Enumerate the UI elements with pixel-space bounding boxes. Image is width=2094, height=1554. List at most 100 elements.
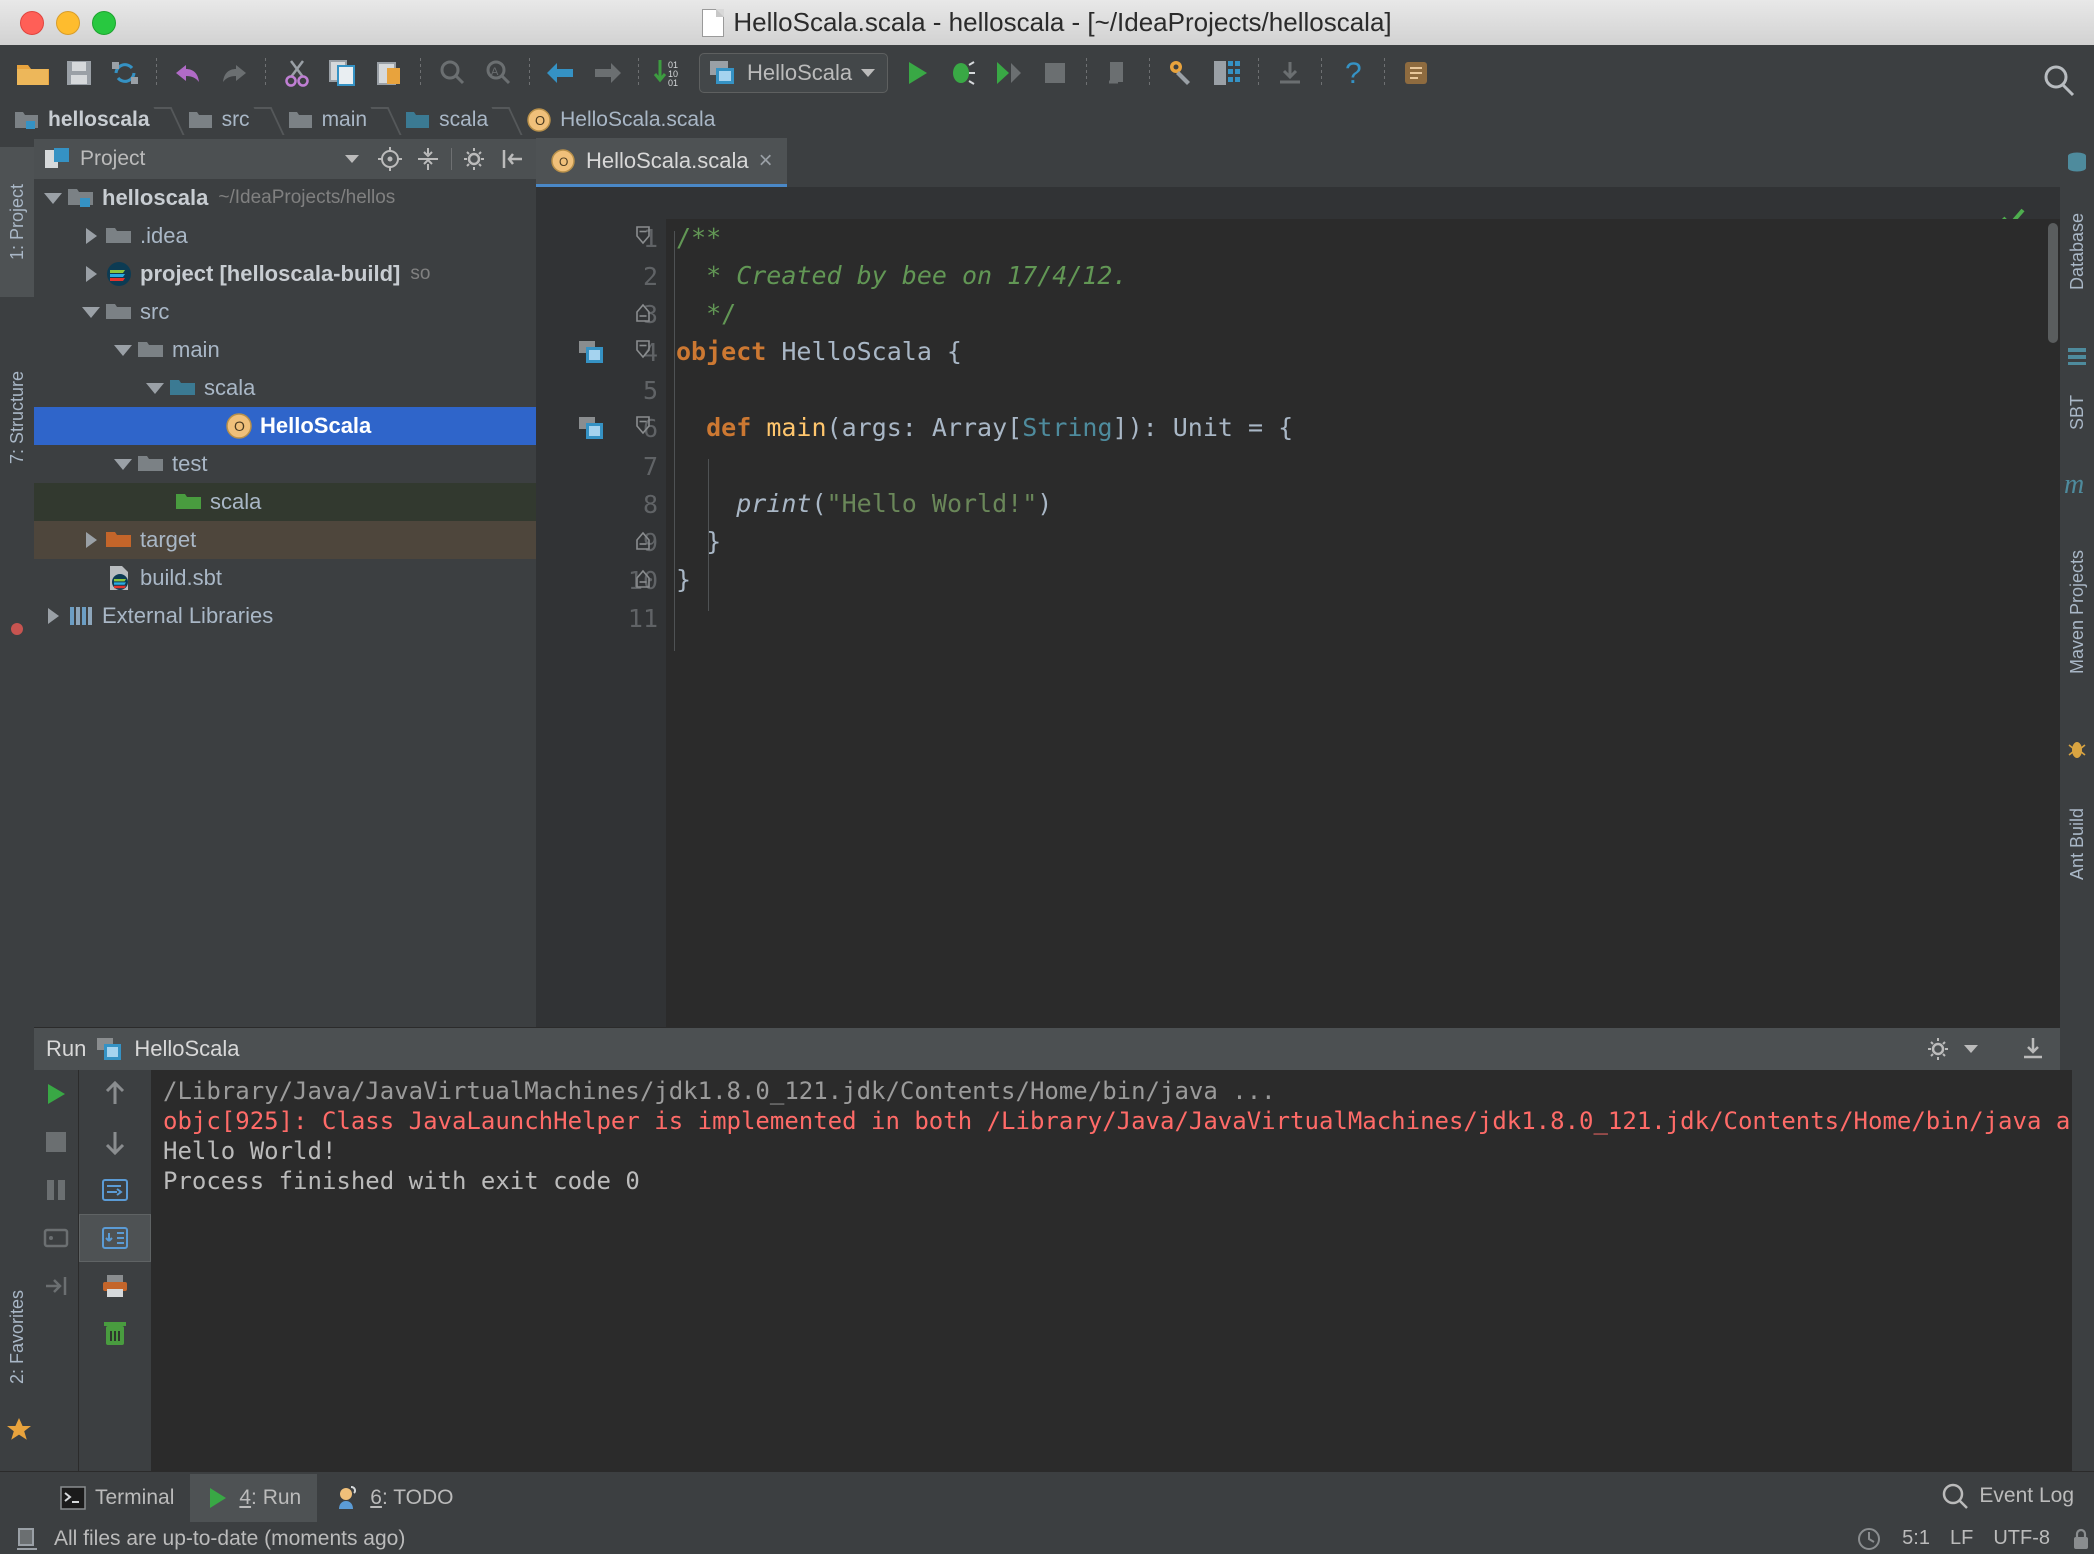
breadcrumb-item-helloscala[interactable]: helloscala <box>0 101 160 139</box>
open-folder-icon[interactable] <box>10 50 56 96</box>
run-gutter-icon[interactable] <box>578 340 604 364</box>
down-arrow-icon[interactable] <box>79 1118 151 1166</box>
twisty-down-icon[interactable] <box>40 179 66 217</box>
update-project-icon[interactable] <box>1267 50 1313 96</box>
print-icon[interactable] <box>79 1262 151 1310</box>
redo-icon[interactable] <box>211 50 257 96</box>
tree-row-main[interactable]: main <box>34 331 536 369</box>
twisty-right-icon[interactable] <box>40 597 66 635</box>
caret-position[interactable]: 5:1 <box>1902 1527 1930 1550</box>
status-doc-icon[interactable] <box>14 1526 40 1552</box>
save-all-icon[interactable] <box>56 50 102 96</box>
sidebar-item-favorites[interactable]: 2: Favorites <box>0 1247 34 1427</box>
tree-row-helloscala[interactable]: helloscala ~/IdeaProjects/hellos <box>34 179 536 217</box>
project-tree[interactable]: helloscala ~/IdeaProjects/hellos .idea p… <box>34 179 536 1027</box>
debug-icon[interactable] <box>940 50 986 96</box>
scroll-to-end-icon[interactable] <box>79 1214 151 1262</box>
close-icon[interactable]: × <box>759 149 773 173</box>
trash-icon[interactable] <box>79 1310 151 1358</box>
attach-debugger-icon[interactable] <box>1095 50 1141 96</box>
hide-icon[interactable] <box>498 144 528 174</box>
locate-icon[interactable] <box>375 144 405 174</box>
twisty-right-icon[interactable] <box>78 255 104 293</box>
paste-icon[interactable] <box>366 50 412 96</box>
tree-row-idea[interactable]: .idea <box>34 217 536 255</box>
fold-start-icon[interactable] <box>632 413 654 443</box>
run-gutter-icon[interactable] <box>578 416 604 440</box>
maximize-window-button[interactable] <box>92 10 116 35</box>
line-separator[interactable]: LF <box>1950 1527 1973 1550</box>
tab-helloscala-scala[interactable]: O HelloScala.scala × <box>536 138 787 187</box>
tree-row-test[interactable]: test <box>34 445 536 483</box>
favorites-star-icon[interactable] <box>4 1415 34 1450</box>
code-text[interactable]: /** * Created by bee on 17/4/12. */ obje… <box>666 219 2060 1027</box>
run-configuration-selector[interactable]: HelloScala <box>699 53 889 93</box>
stop-icon[interactable] <box>1032 50 1078 96</box>
close-window-button[interactable] <box>20 10 44 35</box>
gear-icon[interactable] <box>1924 1034 1954 1064</box>
soft-wrap-icon[interactable] <box>79 1166 151 1214</box>
pause-icon[interactable] <box>34 1166 78 1214</box>
tree-row-project-build[interactable]: project [helloscala-build] so <box>34 255 536 293</box>
window-controls[interactable] <box>20 0 116 45</box>
sbt-refresh-icon[interactable] <box>1393 50 1439 96</box>
sidebar-item-structure[interactable]: 7: Structure <box>0 327 34 507</box>
run-icon[interactable] <box>894 50 940 96</box>
breadcrumb-item-file[interactable]: O HelloScala.scala <box>512 101 725 139</box>
rerun-icon[interactable] <box>34 1070 78 1118</box>
tree-row-target[interactable]: target <box>34 521 536 559</box>
inspections-icon[interactable] <box>1856 1526 1882 1552</box>
fold-end-icon[interactable] <box>632 527 654 557</box>
minimize-window-button[interactable] <box>56 10 80 35</box>
run-console-output[interactable]: /Library/Java/JavaVirtualMachines/jdk1.8… <box>151 1070 2072 1478</box>
run-with-coverage-icon[interactable] <box>986 50 1032 96</box>
chevron-down-icon[interactable] <box>861 69 876 77</box>
file-encoding[interactable]: UTF-8 <box>1993 1527 2050 1550</box>
collapse-all-icon[interactable] <box>413 144 443 174</box>
copy-icon[interactable] <box>320 50 366 96</box>
sidebar-item-project[interactable]: 1: Project <box>0 147 34 297</box>
sidebar-item-database[interactable]: Database <box>2060 181 2094 321</box>
gear-icon[interactable] <box>460 144 490 174</box>
sidebar-item-maven-projects[interactable]: Maven Projects <box>2060 507 2094 717</box>
forward-icon[interactable] <box>584 50 630 96</box>
twisty-down-icon[interactable] <box>78 293 104 331</box>
project-structure-icon[interactable] <box>1204 50 1250 96</box>
twisty-right-icon[interactable] <box>78 521 104 559</box>
bottom-tab-todo[interactable]: 6: TODO <box>317 1474 469 1522</box>
chevron-down-icon[interactable] <box>337 144 367 174</box>
editor-scrollbar[interactable] <box>2048 223 2058 343</box>
editor-body[interactable]: 1 2 3 4 5 6 7 8 9 10 11 /** * Created by… <box>536 187 2060 1027</box>
fold-end-icon[interactable] <box>632 299 654 329</box>
fold-start-icon[interactable] <box>632 337 654 367</box>
compile-icon[interactable]: 01 10 01 <box>647 50 693 96</box>
twisty-right-icon[interactable] <box>78 217 104 255</box>
breadcrumb-item-scala[interactable]: scala <box>391 101 498 139</box>
bottom-tab-run[interactable]: 4: Run <box>190 1474 318 1522</box>
bottom-tab-terminal[interactable]: Terminal <box>44 1474 190 1522</box>
find-icon[interactable] <box>429 50 475 96</box>
tree-row-external-libraries[interactable]: External Libraries <box>34 597 536 635</box>
twisty-down-icon[interactable] <box>110 331 136 369</box>
fold-end-icon[interactable] <box>632 565 654 595</box>
undo-icon[interactable] <box>165 50 211 96</box>
stop-icon[interactable] <box>34 1118 78 1166</box>
fold-start-icon[interactable] <box>632 223 654 253</box>
tree-row-helloscala-object[interactable]: O HelloScala <box>34 407 536 445</box>
chevron-down-icon[interactable] <box>1964 1045 1978 1053</box>
twisty-down-icon[interactable] <box>110 445 136 483</box>
dump-icon[interactable] <box>34 1214 78 1262</box>
sync-icon[interactable] <box>102 50 148 96</box>
tree-row-test-scala[interactable]: scala <box>34 483 536 521</box>
breadcrumb-item-main[interactable]: main <box>274 101 378 139</box>
breadcrumb-item-src[interactable]: src <box>174 101 260 139</box>
sidebar-item-sbt[interactable]: SBT <box>2060 377 2094 447</box>
help-icon[interactable]: ? <box>1330 50 1376 96</box>
up-arrow-icon[interactable] <box>79 1070 151 1118</box>
lock-icon[interactable] <box>2070 1526 2092 1552</box>
event-log-button[interactable]: Event Log <box>1941 1482 2074 1510</box>
tree-row-main-scala[interactable]: scala <box>34 369 536 407</box>
search-everywhere-icon[interactable] <box>2036 58 2082 104</box>
cut-icon[interactable] <box>274 50 320 96</box>
tree-row-build-sbt[interactable]: build.sbt <box>34 559 536 597</box>
